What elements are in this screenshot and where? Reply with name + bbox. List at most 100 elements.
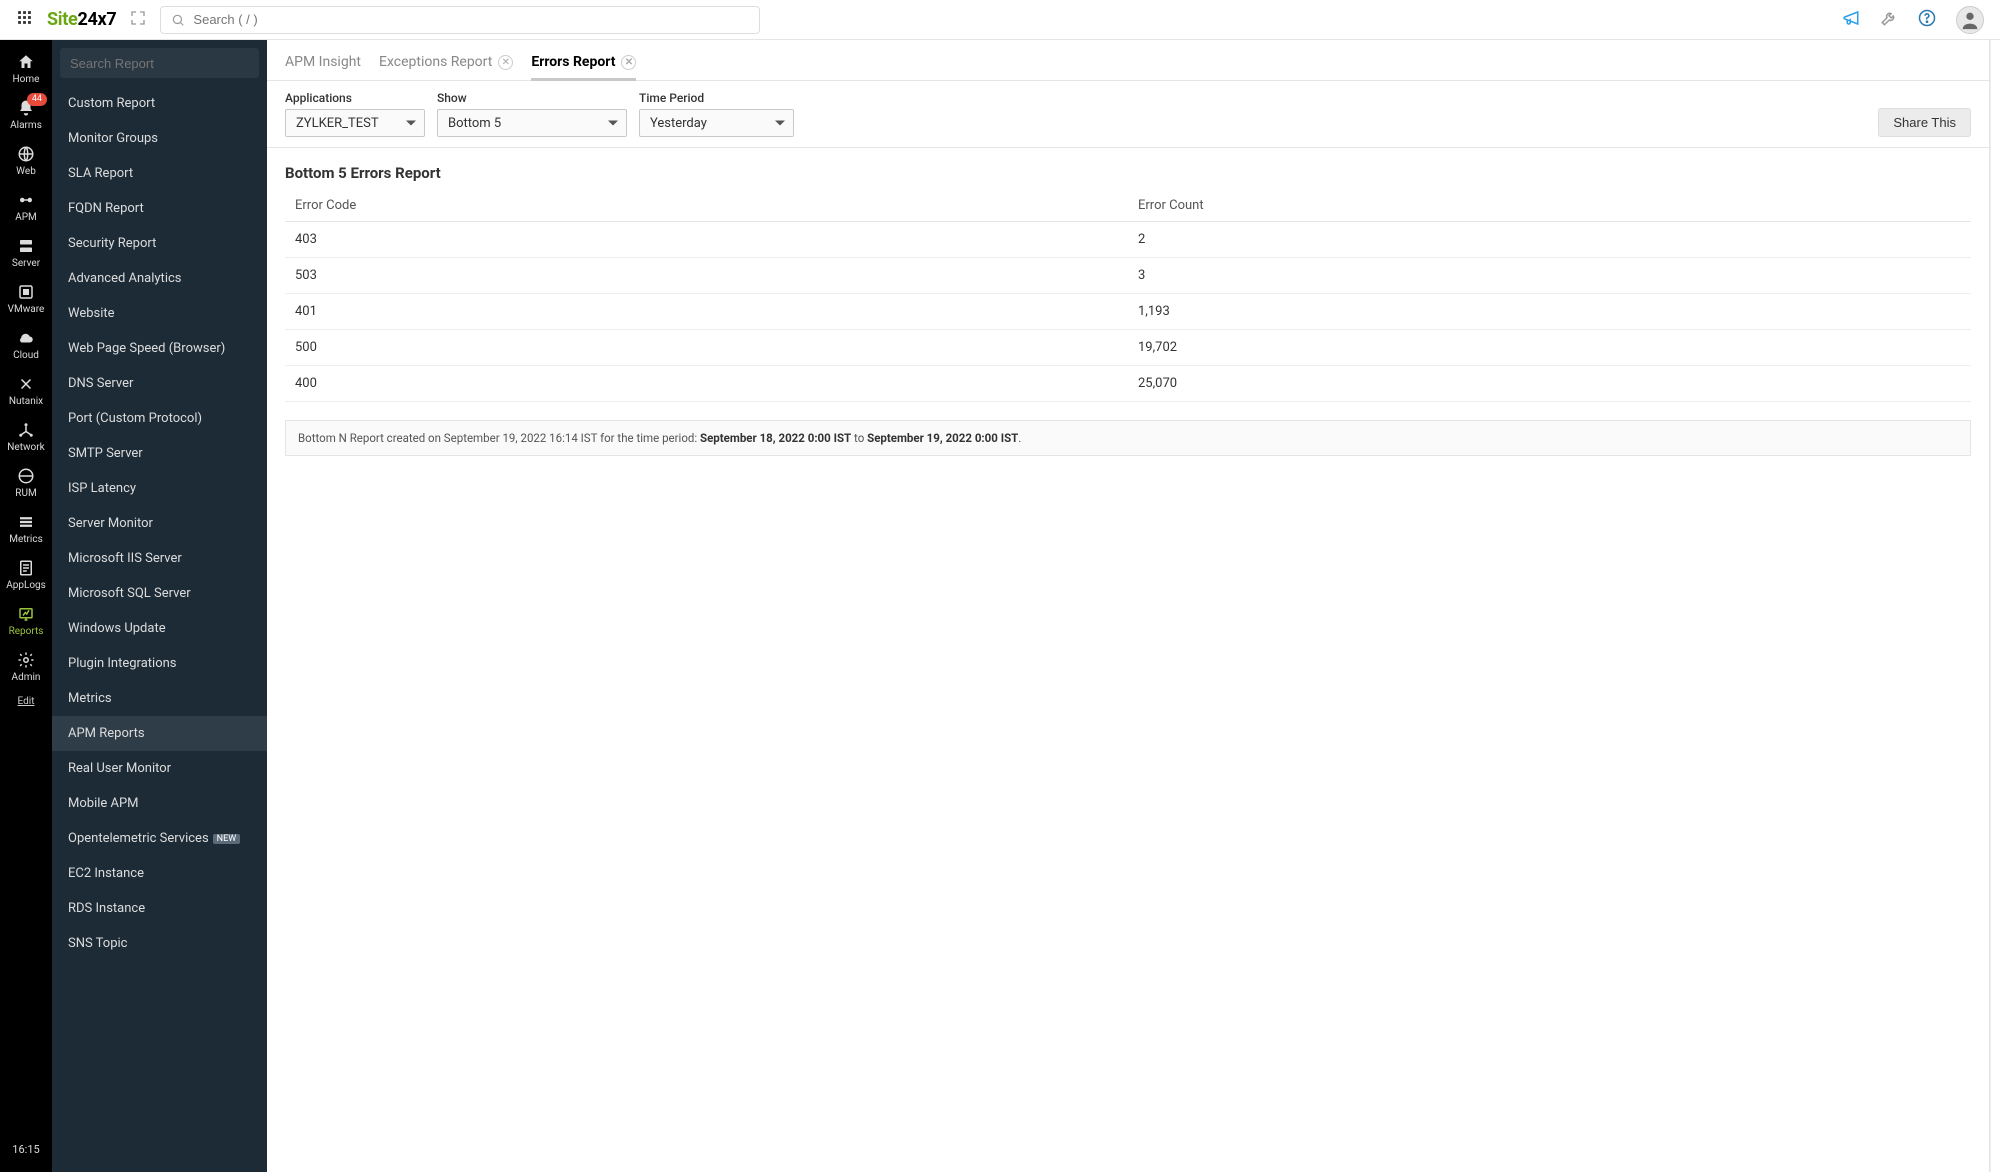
help-icon[interactable] — [1918, 9, 1936, 31]
gear-icon — [17, 651, 35, 669]
sidebar-item[interactable]: DNS Server — [52, 366, 267, 401]
share-button[interactable]: Share This — [1878, 108, 1971, 137]
sidebar-item-label: Mobile APM — [68, 796, 139, 811]
expand-icon[interactable] — [130, 10, 146, 30]
filters-row: Applications ZYLKER_TEST Show Bottom 5 T… — [267, 81, 1989, 148]
report-footer-start: September 18, 2022 0:00 IST — [700, 431, 851, 445]
announcement-icon[interactable] — [1842, 9, 1860, 31]
cell-error-count: 19,702 — [1128, 330, 1971, 366]
table-row: 5033 — [285, 258, 1971, 294]
sidebar-item[interactable]: Plugin Integrations — [52, 646, 267, 681]
rail-rum[interactable]: RUM — [0, 460, 52, 506]
sidebar-item-label: Microsoft SQL Server — [68, 586, 191, 601]
sidebar-item[interactable]: Monitor Groups — [52, 121, 267, 156]
sidebar-item[interactable]: Port (Custom Protocol) — [52, 401, 267, 436]
rail-vmware-label: VMware — [8, 304, 45, 315]
sidebar-item-label: EC2 Instance — [68, 866, 144, 881]
sidebar-item[interactable]: Mobile APM — [52, 786, 267, 821]
rail-web[interactable]: Web — [0, 138, 52, 184]
sidebar-item[interactable]: Advanced Analytics — [52, 261, 267, 296]
close-icon[interactable]: ✕ — [621, 55, 636, 70]
sidebar-item[interactable]: Web Page Speed (Browser) — [52, 331, 267, 366]
sidebar-item[interactable]: Server Monitor — [52, 506, 267, 541]
rail-metrics[interactable]: Metrics — [0, 506, 52, 552]
sidebar-item[interactable]: Opentelemetric ServicesNEW — [52, 821, 267, 856]
sidebar-item[interactable]: Website — [52, 296, 267, 331]
sidebar-item-label: Real User Monitor — [68, 761, 171, 776]
applications-select[interactable]: ZYLKER_TEST — [285, 109, 425, 137]
alarm-badge: 44 — [27, 93, 47, 106]
rail-edit-link[interactable]: Edit — [18, 690, 35, 713]
sidebar-item[interactable]: Metrics — [52, 681, 267, 716]
rail-admin-label: Admin — [12, 672, 41, 683]
sidebar-item[interactable]: SLA Report — [52, 156, 267, 191]
rail-cloud-label: Cloud — [13, 350, 39, 361]
apps-grid-icon[interactable] — [16, 9, 33, 30]
sidebar-item[interactable]: Real User Monitor — [52, 751, 267, 786]
sidebar-item[interactable]: RDS Instance — [52, 891, 267, 926]
sidebar-item[interactable]: FQDN Report — [52, 191, 267, 226]
tab[interactable]: Exceptions Report✕ — [379, 50, 513, 80]
tab[interactable]: APM Insight — [285, 50, 361, 80]
right-gutter — [1990, 40, 2000, 1172]
rail-server-label: Server — [12, 258, 40, 269]
sidebar-item[interactable]: Microsoft SQL Server — [52, 576, 267, 611]
sidebar-item[interactable]: SMTP Server — [52, 436, 267, 471]
rail-cloud[interactable]: Cloud — [0, 322, 52, 368]
sidebar-search-input[interactable] — [70, 56, 246, 71]
rail-alarms-label: Alarms — [10, 120, 42, 131]
sidebar-item[interactable]: APM Reports — [52, 716, 267, 751]
sidebar-search[interactable] — [60, 48, 259, 78]
new-tag: NEW — [213, 834, 241, 844]
rail-admin[interactable]: Admin — [0, 644, 52, 690]
show-select[interactable]: Bottom 5 — [437, 109, 627, 137]
time-period-select[interactable]: Yesterday — [639, 109, 794, 137]
rail-home-label: Home — [13, 74, 40, 85]
rail-network[interactable]: Network — [0, 414, 52, 460]
global-search-input[interactable] — [193, 12, 749, 27]
rail-reports-label: Reports — [9, 626, 44, 637]
tabs-row: APM Insight Exceptions Report✕ Errors Repo… — [267, 40, 1989, 81]
sidebar-item[interactable]: Windows Update — [52, 611, 267, 646]
report-title: Bottom 5 Errors Report — [285, 164, 1971, 182]
reports-icon — [17, 605, 35, 623]
report-footer-mid: to — [851, 431, 867, 445]
wrench-icon[interactable] — [1880, 9, 1898, 31]
sidebar-item[interactable]: ISP Latency — [52, 471, 267, 506]
rail-metrics-label: Metrics — [9, 534, 43, 545]
time-period-select-value: Yesterday — [650, 116, 707, 131]
cell-error-count: 2 — [1128, 222, 1971, 258]
sidebar-item-label: Plugin Integrations — [68, 656, 177, 671]
main-content: APM Insight Exceptions Report✕ Errors Repo… — [267, 40, 1990, 1172]
sidebar-item-label: Custom Report — [68, 96, 155, 111]
globe-icon — [17, 145, 35, 163]
rail-alarms[interactable]: 44 Alarms — [0, 92, 52, 138]
sidebar-item-label: Advanced Analytics — [68, 271, 182, 286]
cell-error-code: 401 — [285, 294, 1128, 330]
rail-home[interactable]: Home — [0, 46, 52, 92]
bell-icon: 44 — [17, 99, 35, 117]
user-avatar[interactable] — [1956, 6, 1984, 34]
sidebar-item[interactable]: Microsoft IIS Server — [52, 541, 267, 576]
tab[interactable]: Errors Report✕ — [531, 50, 636, 80]
metrics-icon — [17, 513, 35, 531]
nav-rail: Home 44 Alarms Web APM Server VMware Clo… — [0, 40, 52, 1172]
sidebar-item[interactable]: Security Report — [52, 226, 267, 261]
rail-vmware[interactable]: VMware — [0, 276, 52, 322]
errors-table: Error Code Error Count 403250334011,1935… — [285, 190, 1971, 402]
rail-applogs[interactable]: AppLogs — [0, 552, 52, 598]
sidebar-item[interactable]: EC2 Instance — [52, 856, 267, 891]
rail-server[interactable]: Server — [0, 230, 52, 276]
sidebar-item-label: FQDN Report — [68, 201, 144, 216]
rail-nutanix[interactable]: Nutanix — [0, 368, 52, 414]
rail-apm[interactable]: APM — [0, 184, 52, 230]
sidebar-item-label: Microsoft IIS Server — [68, 551, 182, 566]
sidebar-item[interactable]: Custom Report — [52, 86, 267, 121]
close-icon[interactable]: ✕ — [498, 55, 513, 70]
global-search[interactable] — [160, 6, 760, 34]
sidebar-item-label: SLA Report — [68, 166, 133, 181]
rail-reports[interactable]: Reports — [0, 598, 52, 644]
col-error-count: Error Count — [1128, 190, 1971, 222]
sidebar-item[interactable]: SNS Topic — [52, 926, 267, 961]
col-error-code: Error Code — [285, 190, 1128, 222]
